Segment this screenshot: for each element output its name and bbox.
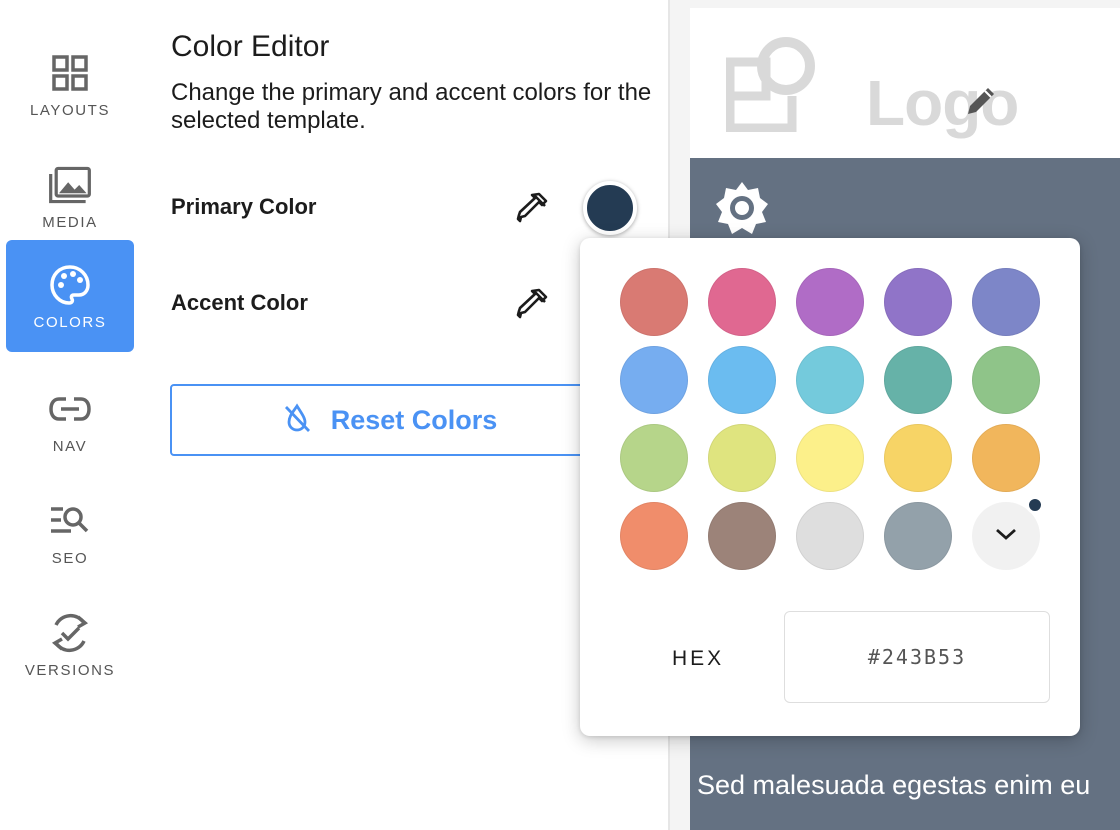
palette-swatch[interactable] <box>972 268 1040 336</box>
palette-swatch[interactable] <box>708 502 776 570</box>
reset-colors-button[interactable]: Reset Colors <box>170 384 610 456</box>
sidebar: LAYOUTS MEDIA COLORS NAV SEO VERSIONS <box>0 0 140 830</box>
no-color-drop-icon <box>283 402 311 438</box>
sidebar-item-label: SEO <box>51 549 89 567</box>
color-picker-popover: HEX <box>580 238 1080 736</box>
media-images-icon <box>47 162 93 208</box>
reset-colors-label: Reset Colors <box>330 404 498 435</box>
palette-icon <box>47 262 93 308</box>
editor-description: Change the primary and accent colors for… <box>171 79 652 134</box>
palette-swatch[interactable] <box>620 268 688 336</box>
palette-swatch[interactable] <box>620 502 688 570</box>
palette-swatch[interactable] <box>884 502 952 570</box>
sidebar-item-colors[interactable]: COLORS <box>6 240 134 352</box>
palette-swatch[interactable] <box>796 268 864 336</box>
palette-swatch[interactable] <box>884 346 952 414</box>
sidebar-item-label: LAYOUTS <box>29 101 111 119</box>
preview-header: Logo <box>690 8 1120 158</box>
sidebar-item-seo[interactable]: SEO <box>6 476 134 588</box>
sidebar-item-versions[interactable]: VERSIONS <box>6 588 134 700</box>
sidebar-item-label: MEDIA <box>42 213 98 231</box>
page-title: Color Editor <box>171 30 330 63</box>
sidebar-item-media[interactable]: MEDIA <box>6 140 134 252</box>
hex-label: HEX <box>672 647 725 670</box>
accent-color-label: Accent Color <box>171 290 308 315</box>
layouts-grid-icon <box>47 50 93 96</box>
versions-sync-check-icon <box>47 610 93 656</box>
sidebar-item-nav[interactable]: NAV <box>6 364 134 476</box>
primary-color-label: Primary Color <box>171 194 317 219</box>
accent-eyedropper-icon[interactable] <box>512 284 552 324</box>
settings-gear-icon[interactable] <box>714 180 770 241</box>
palette-swatch[interactable] <box>620 424 688 492</box>
current-color-dot <box>1026 496 1044 514</box>
palette-swatch[interactable] <box>708 268 776 336</box>
primary-color-swatch[interactable] <box>583 181 637 235</box>
palette-swatch[interactable] <box>796 424 864 492</box>
palette-swatch[interactable] <box>708 346 776 414</box>
palette-swatch[interactable] <box>972 346 1040 414</box>
more-colors-button[interactable] <box>972 496 1044 570</box>
palette-swatch[interactable] <box>796 502 864 570</box>
palette-swatch[interactable] <box>708 424 776 492</box>
edit-pencil-icon[interactable] <box>964 84 998 123</box>
sidebar-item-label: COLORS <box>33 313 107 331</box>
sidebar-item-label: VERSIONS <box>24 661 116 679</box>
palette-swatch[interactable] <box>796 346 864 414</box>
hex-input[interactable] <box>784 611 1050 703</box>
sidebar-item-layouts[interactable]: LAYOUTS <box>6 28 134 140</box>
palette-swatch[interactable] <box>972 424 1040 492</box>
palette-swatch[interactable] <box>884 424 952 492</box>
seo-search-icon <box>47 498 93 544</box>
palette-swatch[interactable] <box>620 346 688 414</box>
logo-placeholder-icon <box>725 32 826 137</box>
chevron-down-icon <box>994 526 1018 547</box>
sidebar-item-label: NAV <box>52 437 88 455</box>
primary-eyedropper-icon[interactable] <box>512 188 552 228</box>
palette-swatch[interactable] <box>884 268 952 336</box>
preview-body-text: Sed malesuada egestas enim eu <box>697 770 1091 800</box>
link-icon <box>47 386 93 432</box>
